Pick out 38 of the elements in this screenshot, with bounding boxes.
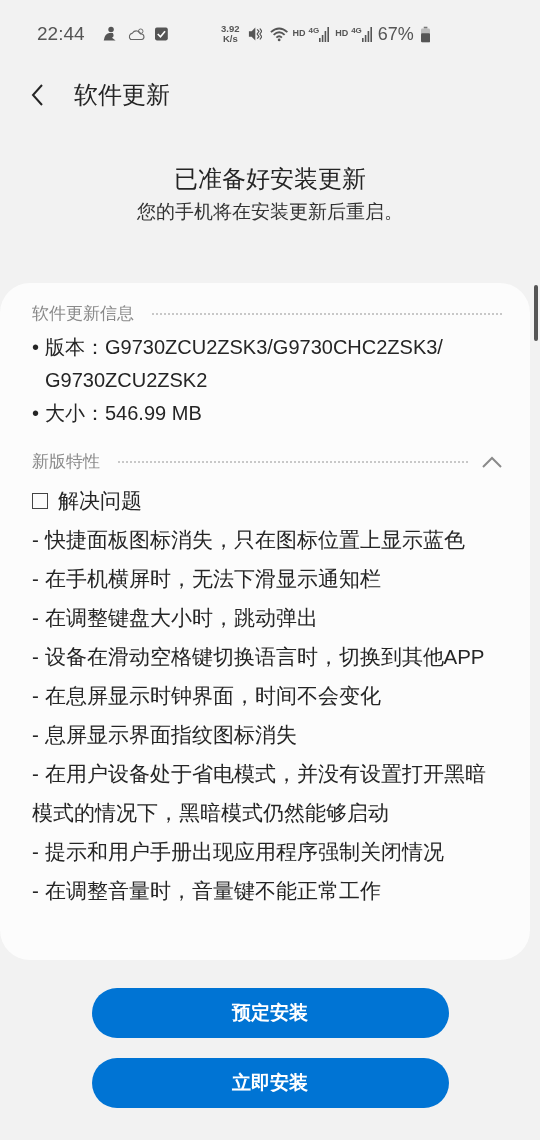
wifi-icon (270, 26, 289, 42)
fix-item: - 设备在滑动空格键切换语言时，切换到其他APP (32, 644, 486, 670)
checkbox-label: 解决问题 (58, 487, 142, 514)
section-title: 新版特性 (32, 451, 100, 474)
speed-value: 3.92 (221, 24, 240, 34)
info-text: 版本：G9730ZCU2ZSK3/G9730CHC2ZSK3/G9730ZCU2ZSK2 (45, 335, 444, 393)
hd-label: HD (292, 27, 306, 41)
fix-item: - 在调整音量时，音量键不能正常工作 (32, 878, 382, 904)
back-icon (31, 84, 43, 106)
hd-label: HD (335, 27, 349, 41)
page-title: 软件更新 (74, 80, 170, 110)
bullet: • (32, 401, 40, 426)
network-label: 4G (308, 26, 320, 35)
fix-item: - 息屏显示界面指纹图标消失 (32, 722, 298, 748)
update-heading: 已准备好安装更新 (174, 164, 366, 194)
bullet: • (32, 335, 40, 360)
cloud-sun-icon (127, 26, 146, 42)
fix-item: - 快捷面板图标消失，只在图标位置上显示蓝色 (32, 527, 466, 553)
speed-unit: K/s (222, 34, 238, 44)
fix-item: - 提示和用户手册出现应用程序强制关闭情况 (32, 839, 445, 865)
section-title: 软件更新信息 (32, 303, 134, 326)
status-time: 22:44 (37, 21, 85, 46)
scrollbar (534, 285, 538, 341)
info-text: 大小：546.99 MB (45, 401, 203, 426)
fix-item: - 在用户设备处于省电模式，并没有设置打开黑暗模式的情况下，黑暗模式仍然能够启动 (32, 761, 487, 826)
network-label: 4G (351, 26, 362, 35)
install-button[interactable]: 预定安装 (91, 988, 449, 1038)
battery-icon (420, 25, 430, 43)
fix-item: - 在息屏显示时钟界面，时间不会变化 (32, 683, 382, 709)
checkbox-icon (155, 27, 169, 41)
mute-vibrate-icon (247, 26, 263, 42)
update-subtitle: 您的手机将在安装更新后重启。 (137, 200, 403, 224)
install-button[interactable]: 立即安装 (91, 1058, 449, 1108)
fix-item: - 在调整键盘大小时，跳动弹出 (32, 605, 319, 631)
signal-icon (361, 26, 372, 42)
battery-percent: 67% (377, 22, 414, 46)
fix-item: - 在手机横屏时，无法下滑显示通知栏 (32, 566, 382, 592)
signal-icon (319, 26, 330, 42)
